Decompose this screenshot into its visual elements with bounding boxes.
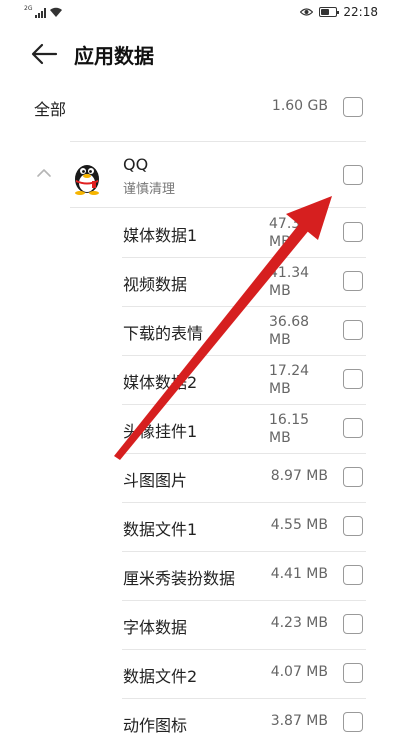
signal-icon [35,8,47,18]
data-item-size: 36.68 MB [269,314,310,348]
data-item-row[interactable]: 动作图标 3.87 MB [0,698,400,734]
data-item-label: 视频数据 [123,275,188,294]
network-type: 2G [24,5,33,12]
data-item-row[interactable]: 数据文件2 4.07 MB [0,649,400,698]
divider [70,141,366,142]
data-item-label: 动作图标 [123,716,188,734]
data-item-checkbox[interactable] [343,320,363,340]
data-item-label: 下载的表情 [123,324,204,343]
data-item-row[interactable]: 视频数据 41.34 MB [0,257,400,306]
data-item-size: 41.34 MB [269,265,310,299]
clock: 22:18 [343,5,378,19]
data-item-label: 头像挂件1 [123,422,198,441]
app-checkbox[interactable] [343,165,363,185]
select-all-label: 全部 [34,100,67,119]
data-item-size: 3.87 MB [270,713,328,729]
qq-penguin-icon [75,165,99,195]
data-item-row[interactable]: 厘米秀装扮数据 4.41 MB [0,551,400,600]
select-all-row[interactable]: 全部 1.60 GB [0,84,400,130]
status-bar: 2G 22:18 [0,0,400,26]
select-all-checkbox[interactable] [343,97,363,117]
status-right: 22:18 [300,5,378,19]
data-item-checkbox[interactable] [343,614,363,634]
total-size: 1.60 GB [271,98,328,114]
data-item-label: 厘米秀装扮数据 [123,569,236,588]
chevron-up-icon[interactable] [36,168,52,178]
data-item-checkbox[interactable] [343,369,363,389]
app-name: QQ [123,155,149,174]
data-item-row[interactable]: 斗图图片 8.97 MB [0,453,400,502]
data-item-size: 8.97 MB [270,468,328,484]
data-item-checkbox[interactable] [343,222,363,242]
data-item-checkbox[interactable] [343,663,363,683]
data-item-size: 4.07 MB [270,664,328,680]
data-item-row[interactable]: 下载的表情 36.68 MB [0,306,400,355]
app-bar: 应用数据 [0,30,400,78]
data-item-row[interactable]: 数据文件1 4.55 MB [0,502,400,551]
data-item-checkbox[interactable] [343,467,363,487]
data-item-label: 数据文件1 [123,520,198,539]
data-item-checkbox[interactable] [343,712,363,732]
page-title: 应用数据 [74,44,154,68]
data-item-row[interactable]: 字体数据 4.23 MB [0,600,400,649]
data-item-label: 数据文件2 [123,667,198,686]
data-item-size: 4.55 MB [270,517,328,533]
data-item-size: 4.41 MB [270,566,328,582]
data-item-checkbox[interactable] [343,516,363,536]
data-item-label: 字体数据 [123,618,188,637]
data-item-checkbox[interactable] [343,418,363,438]
data-item-size: 4.23 MB [270,615,328,631]
status-left: 2G [24,6,63,18]
wifi-icon [50,7,63,17]
data-item-label: 媒体数据1 [123,226,198,245]
data-item-row[interactable]: 头像挂件1 16.15 MB [0,404,400,453]
data-item-row[interactable]: 媒体数据1 47.37 MB [0,208,400,257]
data-item-checkbox[interactable] [343,565,363,585]
battery-icon [319,7,340,17]
eye-comfort-icon [300,8,314,16]
data-item-label: 媒体数据2 [123,373,198,392]
data-item-size: 17.24 MB [269,363,310,397]
back-button[interactable] [30,42,58,66]
data-item-size: 47.37 MB [269,216,310,250]
data-item-size: 16.15 MB [269,412,310,446]
app-row-qq[interactable]: QQ 谨慎清理 [0,145,400,207]
data-item-checkbox[interactable] [343,271,363,291]
app-warning: 谨慎清理 [123,182,176,197]
data-item-label: 斗图图片 [123,471,188,490]
data-item-row[interactable]: 媒体数据2 17.24 MB [0,355,400,404]
